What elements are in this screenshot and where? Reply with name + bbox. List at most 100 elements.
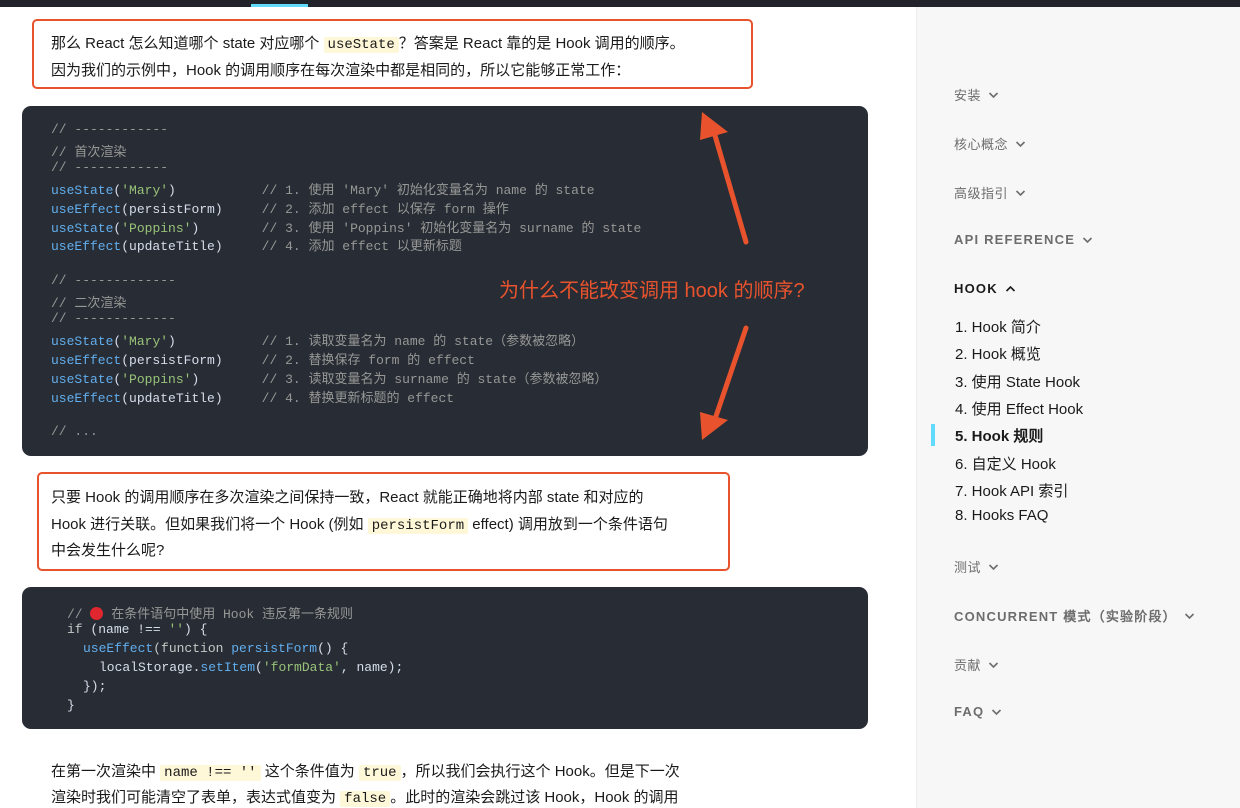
chevron-down-icon — [991, 708, 1002, 716]
code-line: // 首次渲染 — [51, 141, 126, 160]
code-function: useState — [51, 182, 114, 198]
code-comment: // ------------- — [51, 273, 176, 289]
code-comment: // — [67, 607, 91, 622]
code-comment: // 4. 替换更新标题的 effect — [261, 390, 455, 406]
sidebar-section-6[interactable]: CONCURRENT 模式（实验阶段） — [954, 606, 1195, 625]
sidebar-item-hook-7[interactable]: 7. Hook API 索引 — [955, 480, 1068, 501]
code-line: }); — [83, 679, 107, 694]
sidebar-section-1[interactable]: 核心概念 — [954, 134, 1026, 153]
inline-code: name !== '' — [160, 765, 261, 781]
code-text: ) — [168, 182, 262, 198]
code-line: useState('Mary') // 1. 读取变量名为 name 的 sta… — [51, 330, 584, 349]
paragraph-1-line-1: 那么 React 怎么知道哪个 state 对应哪个 useState ？答案是 … — [51, 30, 685, 59]
code-string: 'Mary' — [121, 182, 169, 198]
code-string: 'Poppins' — [121, 371, 192, 387]
sidebar-section-2[interactable]: 高级指引 — [954, 183, 1026, 202]
text-segment: Hook 进行关联。但如果我们将一个 Hook (例如 — [51, 516, 368, 533]
code-text: updateTitle — [129, 390, 215, 406]
code-block-conditional-hook: // 在条件语句中使用 Hook 违反第一条规则 if (name !== ''… — [22, 587, 868, 729]
code-text: ( — [121, 352, 130, 368]
annotation-arrow-up — [700, 112, 749, 245]
code-function: persistForm — [231, 641, 318, 656]
code-function: useEffect — [51, 390, 122, 406]
text-segment: ，所以我们会执行这个 Hook。但是下一次 — [400, 763, 680, 780]
sidebar-item-hook-1[interactable]: 1. Hook 简介 — [955, 316, 1041, 337]
code-string: 'Mary' — [121, 333, 169, 349]
code-string: '' — [168, 622, 185, 637]
sidebar-section-label: 安装 — [954, 88, 982, 103]
code-text: ) — [214, 201, 262, 217]
sidebar-item-hook-4[interactable]: 4. 使用 Effect Hook — [955, 398, 1083, 419]
inline-code: persistForm — [367, 518, 469, 534]
annotation-text: 为什么不能改变调用 hook 的顺序? — [499, 280, 805, 302]
chevron-down-icon — [1015, 140, 1026, 148]
code-comment: // 二次渲染 — [51, 296, 127, 312]
code-line: // ------------ — [51, 122, 168, 137]
sidebar-item-hook-3[interactable]: 3. 使用 State Hook — [955, 371, 1080, 392]
inline-code: true — [358, 765, 401, 781]
code-keyword: (function — [153, 641, 232, 656]
paragraph-3-line-1: 在第一次渲染中 name !== '' 这个条件值为 true ，所以我们会执行这… — [51, 758, 680, 787]
code-comment: // 2. 替换保存 form 的 effect — [261, 352, 475, 368]
sidebar-item-hook-8[interactable]: 8. Hooks FAQ — [955, 507, 1048, 524]
chevron-down-icon — [1015, 189, 1026, 197]
sidebar-section-label: FAQ — [954, 704, 985, 719]
sidebar-section-label: HOOK — [954, 281, 998, 296]
chevron-down-icon — [988, 563, 999, 571]
sidebar-item-hook-6[interactable]: 6. 自定义 Hook — [955, 453, 1056, 474]
code-text: localStorage. — [99, 660, 201, 675]
code-text: ) — [191, 371, 262, 387]
code-comment: // ... — [51, 424, 98, 440]
sidebar-section-4[interactable]: HOOK — [954, 281, 1016, 296]
sidebar-section-7[interactable]: 贡献 — [954, 655, 999, 674]
code-line: useState('Mary') // 1. 使用 'Mary' 初始化变量名为… — [51, 179, 595, 198]
code-function: setItem — [200, 660, 256, 675]
chevron-down-icon — [1082, 236, 1093, 244]
sidebar-section-label: CONCURRENT 模式（实验阶段） — [954, 609, 1177, 624]
code-text: ) — [214, 352, 262, 368]
sidebar-item-hook-2[interactable]: 2. Hook 概览 — [955, 343, 1041, 364]
sidebar-section-5[interactable]: 测试 — [954, 557, 999, 576]
code-string: 'formData' — [262, 660, 341, 675]
code-text: persistForm — [129, 352, 215, 368]
code-text: updateTitle — [129, 239, 215, 255]
chevron-down-icon — [988, 91, 999, 99]
code-comment: // 1. 读取变量名为 name 的 state（参数被忽略） — [261, 333, 585, 349]
code-keyword: if — [67, 622, 83, 637]
text-segment: effect) 调用放到一个条件语句 — [468, 516, 668, 533]
code-comment: // 首次渲染 — [51, 144, 127, 160]
text-segment: 在第一次渲染中 — [51, 763, 161, 780]
sidebar-section-label: 测试 — [954, 560, 982, 575]
text-segment: 。此时的渲染会跳过该 Hook，Hook 的调用 — [390, 789, 679, 806]
code-text: persistForm — [129, 201, 215, 217]
paragraph-2-line-1: 只要 Hook 的调用顺序在多次渲染之间保持一致，React 就能正确地将内部 … — [51, 489, 644, 506]
code-comment: // ------------ — [51, 122, 169, 137]
sidebar-section-8[interactable]: FAQ — [954, 704, 1002, 719]
code-text: ( — [121, 201, 130, 217]
code-text: ( — [255, 660, 263, 675]
sidebar-section-0[interactable]: 安装 — [954, 85, 999, 104]
code-text: (name !== — [82, 622, 169, 637]
code-comment: // 2. 添加 effect 以保存 form 操作 — [261, 201, 509, 217]
code-line: } — [67, 698, 75, 713]
sidebar-item-hook-5[interactable]: 5. Hook 规则 — [955, 425, 1043, 446]
code-line: // ------------- — [51, 311, 176, 326]
sidebar-section-label: 高级指引 — [954, 186, 1009, 201]
code-text: ) — [191, 220, 262, 236]
code-comment: 在条件语句中使用 Hook 违反第一条规则 — [103, 607, 354, 622]
code-line: // ------------ — [51, 160, 168, 175]
paragraph-1-line-2: 因为我们的示例中，Hook 的调用顺序在每次渲染中都是相同的，所以它能够正常工作… — [51, 62, 631, 79]
code-comment: // ------------- — [51, 311, 176, 326]
code-line: // ------------- — [51, 273, 176, 288]
text-segment: ？答案是 React 靠的是 Hook 调用的顺序。 — [398, 35, 685, 52]
code-text: ) { — [184, 622, 208, 637]
code-line: // ... — [51, 424, 98, 439]
text-segment: 渲染时我们可能清空了表单，表达式值变为 — [51, 789, 341, 806]
code-function: useEffect — [83, 641, 154, 656]
code-line: useState('Poppins') // 3. 读取变量名为 surname… — [51, 368, 608, 387]
code-text: ) — [214, 239, 262, 255]
sidebar-section-3[interactable]: API REFERENCE — [954, 232, 1093, 247]
code-function: useState — [51, 220, 114, 236]
code-text: ) — [168, 333, 262, 349]
code-line: useEffect(persistForm) // 2. 替换保存 form 的… — [51, 349, 475, 368]
